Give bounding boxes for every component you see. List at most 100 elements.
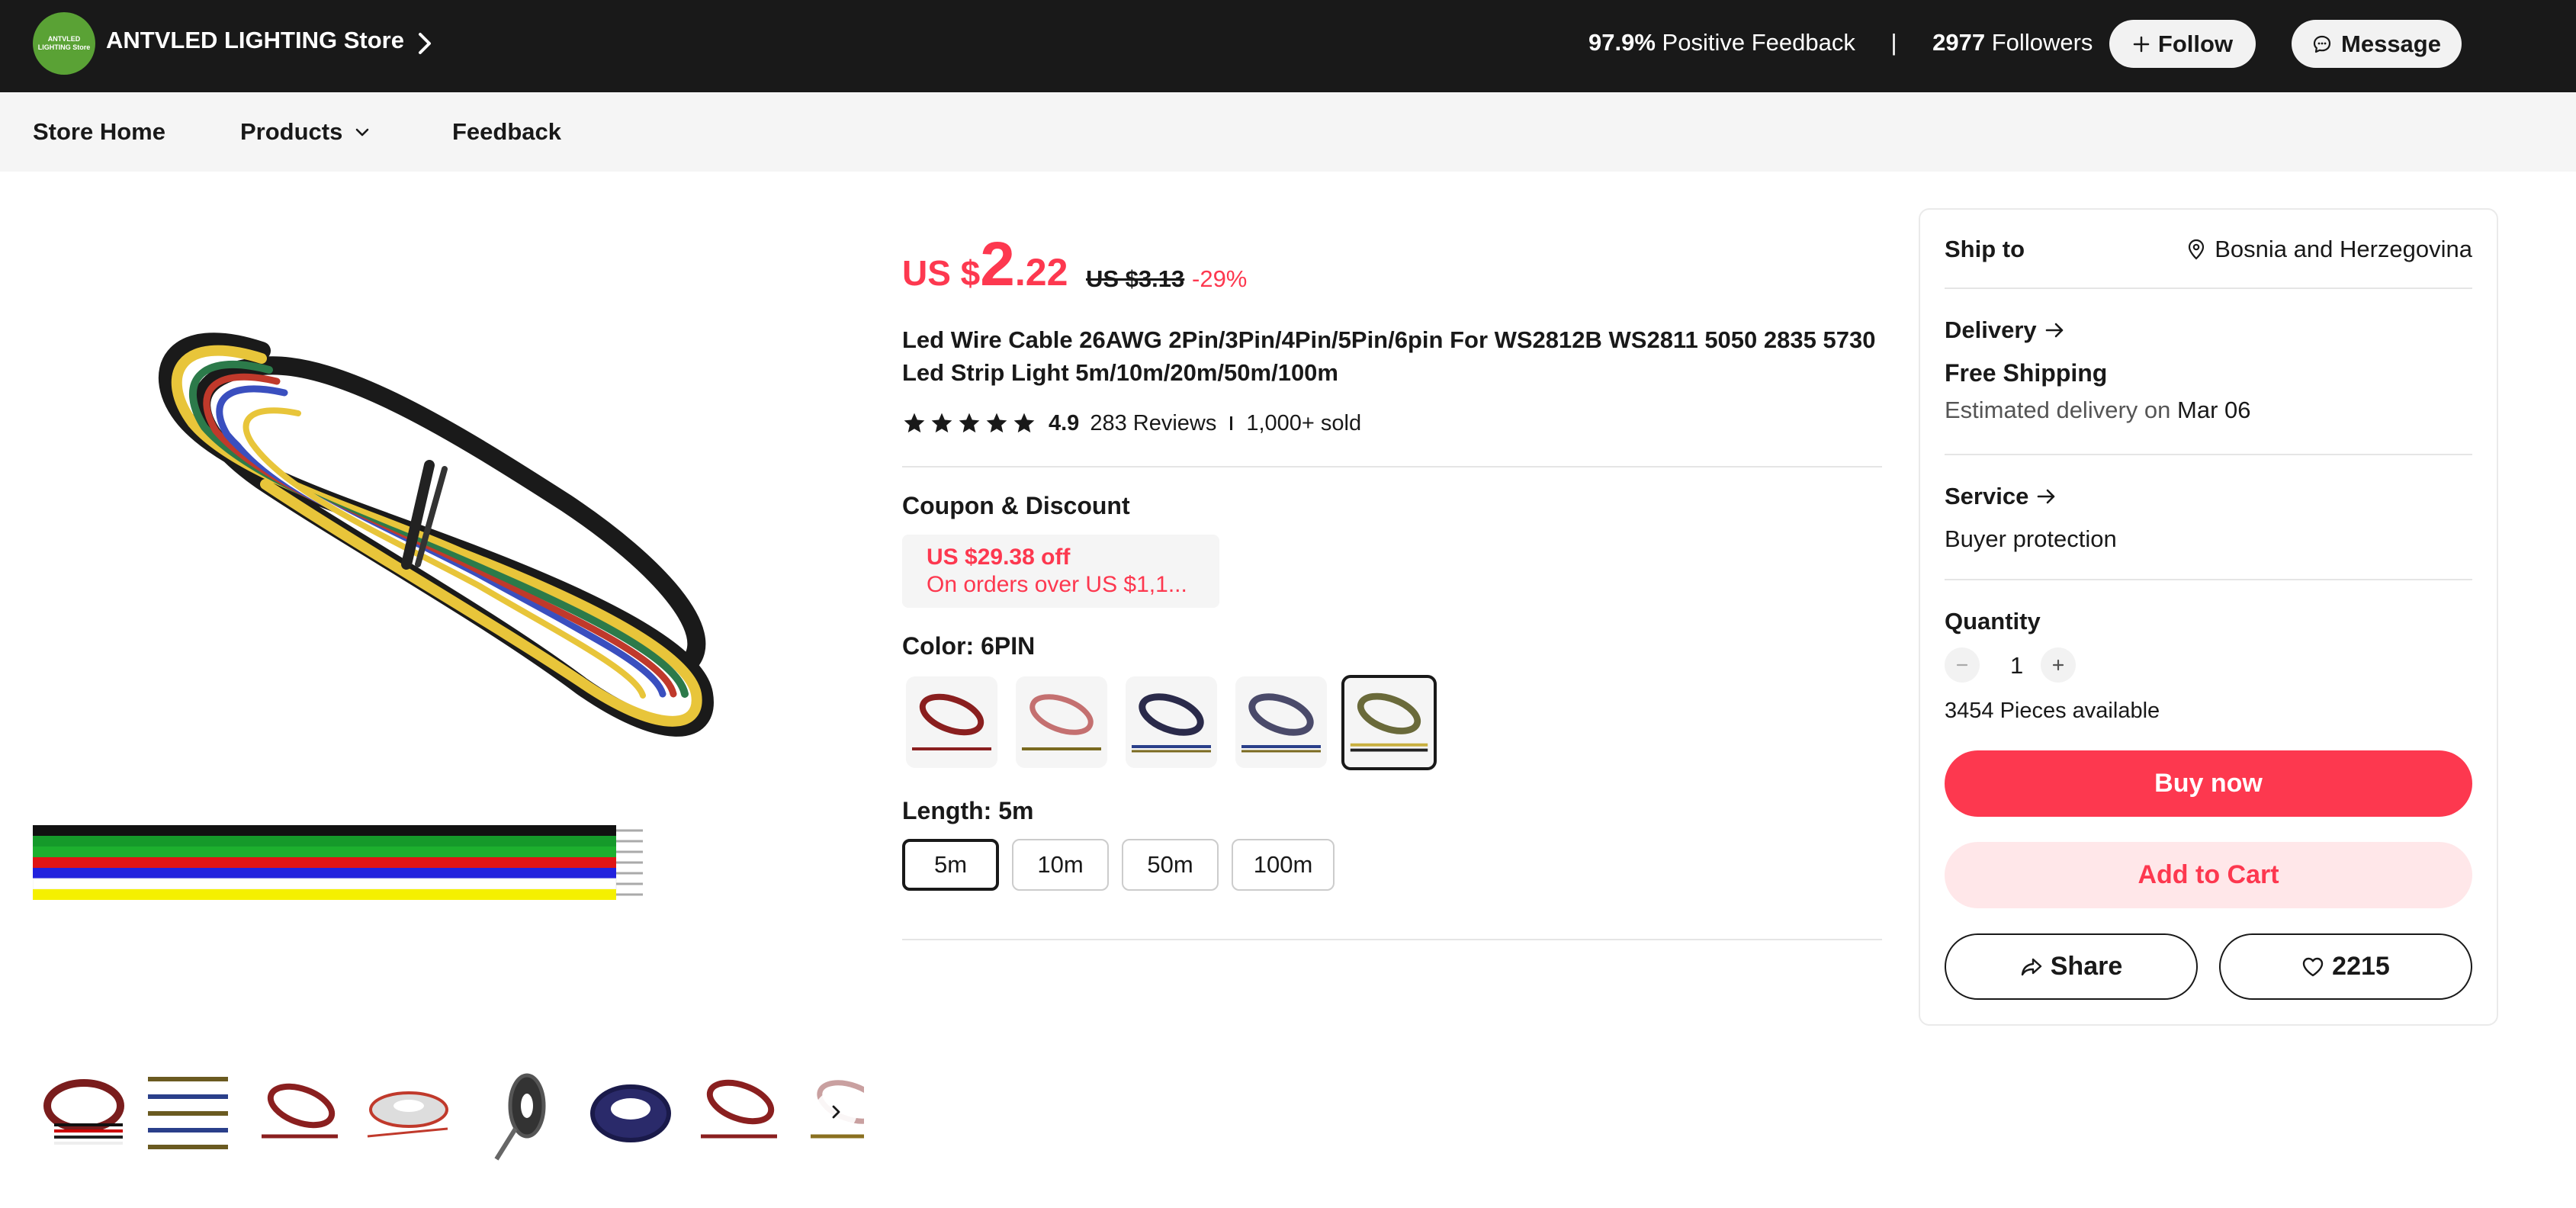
store-stats: 97.9% Positive Feedback | 2977 Followers [1588,29,2093,56]
delivery-link[interactable]: Delivery [1945,316,2066,344]
swatch-image [1132,693,1211,753]
color-swatch-1[interactable] [906,676,997,768]
buyer-protection: Buyer protection [1945,525,2117,552]
estimated-date: Mar 06 [2177,397,2251,423]
plus-icon [2133,36,2150,52]
sold-count: 1,000+ sold [1246,410,1362,435]
purchase-panel: Ship to Bosnia and Herzegovina Delivery … [1919,208,2498,1026]
color-heading: Color: 6PIN [902,632,1036,660]
arrow-right-icon [2045,323,2063,338]
arrow-right-icon [2038,489,2055,504]
length-option-100m[interactable]: 100m [1232,839,1335,891]
rating-value: 4.9 [1049,410,1080,435]
share-button[interactable]: Share [1945,933,2198,1000]
divider [902,466,1882,467]
reviews-link[interactable]: 283 Reviews [1090,411,1216,436]
heart-icon [2302,957,2324,976]
thumbnail-7[interactable] [693,1060,783,1171]
wishlist-button[interactable]: 2215 [2219,933,2472,1000]
store-nav: Store Home Products Feedback [0,92,2576,172]
pieces-available: 3454 Pieces available [1945,699,2160,723]
thumbnail-2[interactable] [144,1060,234,1171]
rating-row: 4.9 283 Reviews 1,000+ sold [902,408,1361,439]
price-decimal: .22 [1014,251,1068,294]
coupon-condition: On orders over US $1,1... [927,572,1187,597]
minus-icon [1956,663,1968,667]
share-icon [2021,958,2041,975]
star-icon [986,413,1007,433]
chevron-right-icon[interactable] [412,27,438,59]
star-icon [959,413,980,433]
estimated-prefix: Estimated delivery on [1945,397,2171,423]
color-swatch-2[interactable] [1016,676,1107,768]
thumbnail-strip [33,1060,864,1171]
feedback-value: 97.9% [1588,29,1656,56]
ship-to-label: Ship to [1945,236,2025,262]
flat-ribbon-cable [33,825,643,900]
thumbnail-3[interactable] [254,1060,344,1171]
chevron-down-icon [356,128,369,137]
rating-divider [1230,416,1233,430]
thumbnail-4[interactable] [364,1060,454,1171]
price-currency: US $ [902,253,981,293]
quantity-label: Quantity [1945,608,2041,635]
color-swatch-5[interactable] [1341,675,1437,770]
free-shipping: Free Shipping [1945,359,2108,387]
quantity-decrement[interactable] [1945,647,1980,683]
quantity-value[interactable]: 1 [2010,652,2023,680]
thumbnail-next-button[interactable] [814,1091,857,1133]
length-option-5m[interactable]: 5m [902,839,999,891]
thumbnail-1[interactable] [39,1060,129,1171]
original-price: US $3.13 [1086,265,1185,292]
follow-label: Follow [2157,30,2234,57]
star-icon [1013,413,1035,433]
nav-products[interactable]: Products [240,118,371,146]
message-label: Message [2341,30,2441,57]
color-swatch-3[interactable] [1126,676,1217,768]
divider [1945,288,2472,289]
thumbnail-6[interactable] [583,1060,673,1171]
product-main-image[interactable] [33,206,864,1007]
feedback-label: Positive Feedback [1662,29,1855,56]
swatch-image [1022,694,1101,750]
buy-now-button[interactable]: Buy now [1945,750,2472,817]
quantity-increment[interactable] [2041,647,2076,683]
ship-to-selector[interactable]: Bosnia and Herzegovina [2187,236,2472,263]
service-label: Service [1945,483,2029,509]
message-button[interactable]: Message [2292,20,2462,68]
follow-button[interactable]: Follow [2109,20,2256,68]
length-option-50m[interactable]: 50m [1122,839,1219,891]
store-header: ANTVLED LIGHTING Store ANTVLED LIGHTING … [0,0,2576,92]
star-icon [904,413,925,433]
price-integer: 2 [980,230,1015,299]
nav-products-label: Products [240,118,343,145]
store-logo[interactable]: ANTVLED LIGHTING Store [33,12,95,75]
divider [1945,454,2472,455]
star-icon [931,413,952,433]
plus-icon [2052,659,2064,671]
swatch-image [1241,693,1321,753]
color-swatch-4[interactable] [1235,676,1327,768]
coupon-heading: Coupon & Discount [902,492,1130,519]
followers-value: 2977 [1932,29,1986,56]
share-label: Share [2050,952,2123,981]
nav-store-home[interactable]: Store Home [33,118,165,146]
thumbnail-5[interactable] [474,1060,564,1171]
chat-icon [2313,35,2331,53]
add-to-cart-button[interactable]: Add to Cart [1945,842,2472,908]
divider [902,939,1882,940]
stats-separator: | [1890,29,1897,56]
store-name-link[interactable]: ANTVLED LIGHTING Store [106,27,404,54]
length-heading: Length: 5m [902,797,1034,824]
length-option-10m[interactable]: 10m [1012,839,1109,891]
coupon-card[interactable]: US $29.38 off On orders over US $1,1... [902,535,1219,608]
service-link[interactable]: Service [1945,483,2057,510]
nav-feedback[interactable]: Feedback [452,118,561,146]
current-price: US $2.22 [902,229,1068,300]
star-rating [902,411,1036,435]
followers-label: Followers [1991,29,2093,56]
divider [1945,579,2472,580]
swatch-image [912,693,991,750]
discount-badge: -29% [1192,265,1248,292]
location-pin-icon [2189,239,2205,260]
